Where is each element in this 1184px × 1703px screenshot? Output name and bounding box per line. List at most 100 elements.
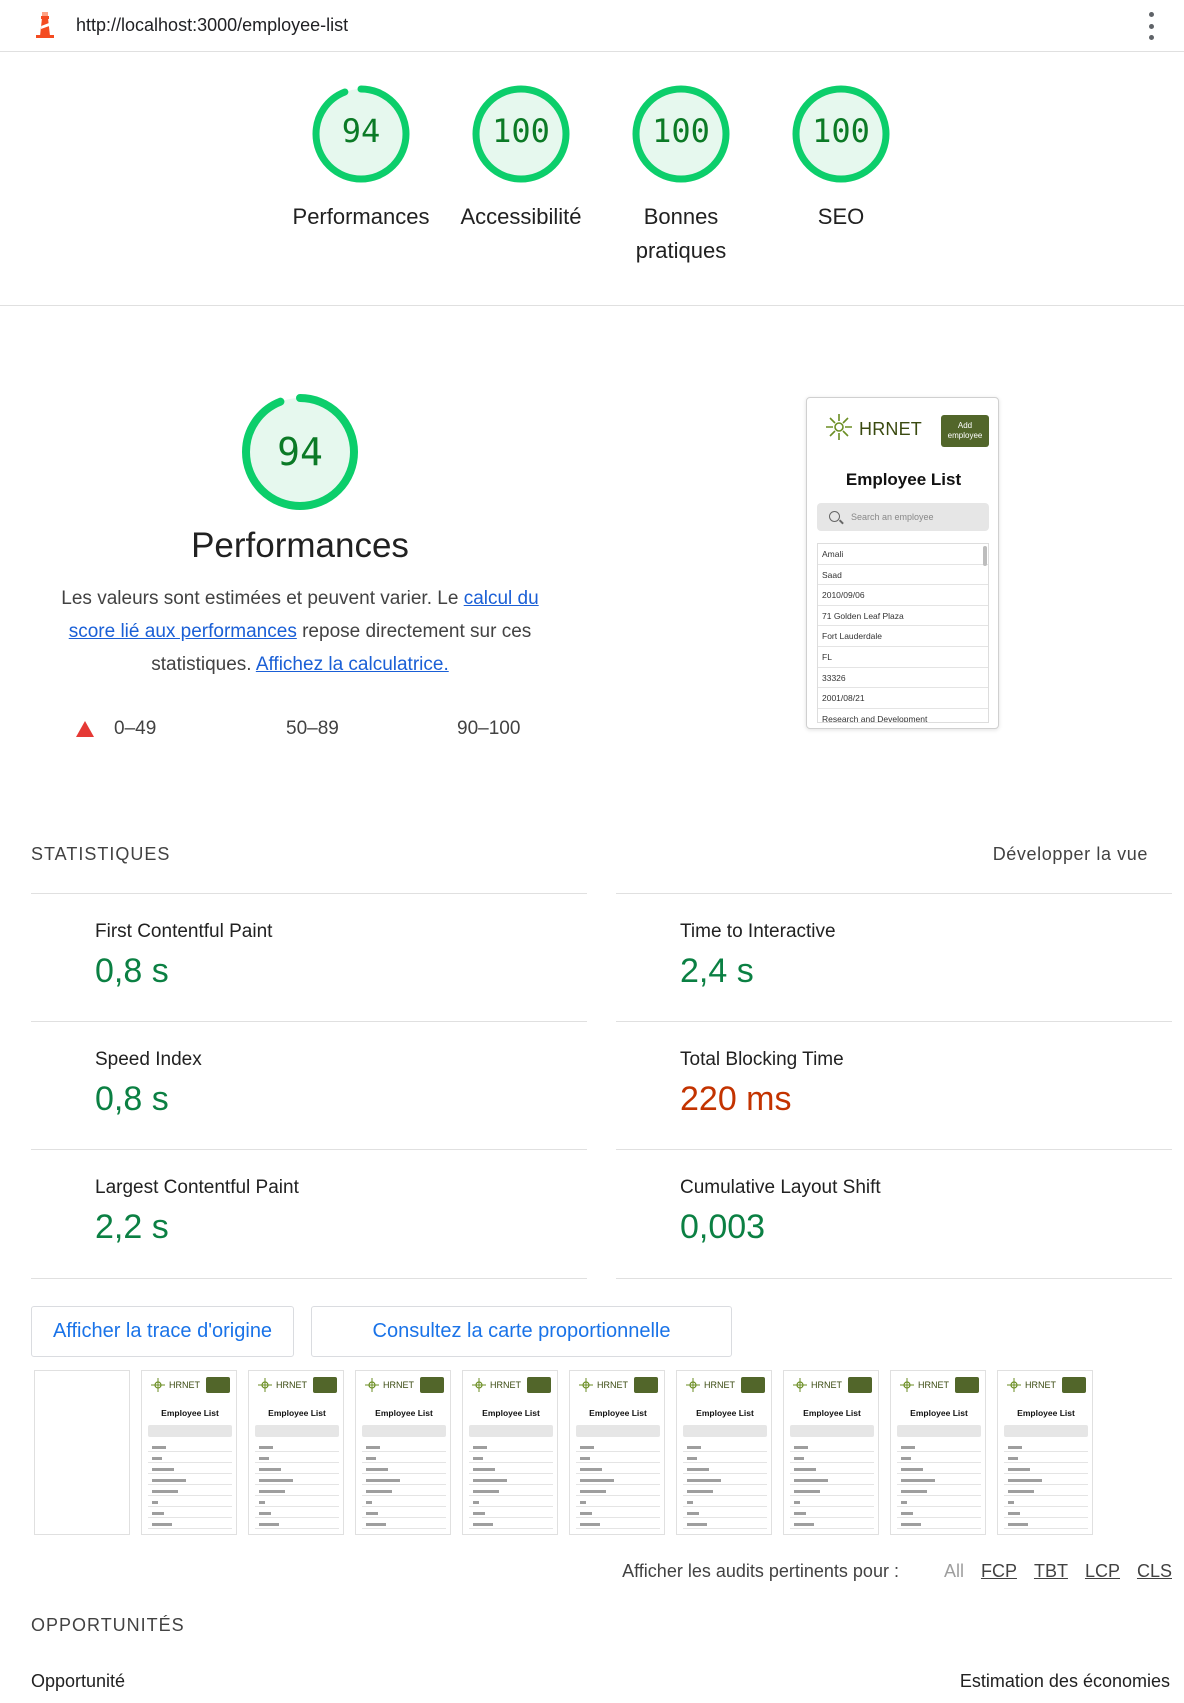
frame-title: Employee List (589, 1408, 647, 1418)
view-trace-button[interactable]: Afficher la trace d'origine (31, 1306, 294, 1357)
frame-brand: HRNET (383, 1380, 414, 1390)
filter-cls[interactable]: CLS (1137, 1561, 1172, 1582)
filmstrip-frame: HRNET Employee List (676, 1370, 772, 1535)
frame-row-line (148, 1451, 232, 1452)
frame-row-line (1004, 1528, 1088, 1529)
gauge-accessibility[interactable]: 100 Accessibilité (441, 82, 601, 234)
frame-row-text (580, 1490, 606, 1493)
frame-row-line (469, 1506, 553, 1507)
frame-row-line (148, 1517, 232, 1518)
frame-row-text (901, 1501, 907, 1504)
frame-title: Employee List (1017, 1408, 1075, 1418)
frame-row-text (580, 1468, 602, 1471)
frame-search (790, 1425, 874, 1437)
frame-row-text (794, 1523, 814, 1526)
metric-label: Speed Index (95, 1049, 202, 1070)
frame-row-text (687, 1457, 697, 1460)
frame-row-text (366, 1468, 388, 1471)
frame-row-text (794, 1446, 808, 1449)
frame-row-text (580, 1446, 594, 1449)
frame-row-line (148, 1506, 232, 1507)
frame-row-text (152, 1457, 162, 1460)
frame-row-text (687, 1446, 701, 1449)
filter-lcp[interactable]: LCP (1085, 1561, 1120, 1582)
frame-row-line (362, 1506, 446, 1507)
frame-row-text (794, 1457, 804, 1460)
metric-cls: Cumulative Layout Shift 0,003 (616, 1149, 1172, 1278)
frame-row-line (148, 1484, 232, 1485)
frame-add-button (848, 1377, 872, 1393)
expand-view-toggle[interactable]: Développer la vue (993, 844, 1148, 865)
frame-row-line (683, 1506, 767, 1507)
lighthouse-icon (36, 12, 54, 38)
metric-value: 2,2 s (95, 1208, 169, 1246)
top-bar: http://localhost:3000/employee-list (0, 0, 1184, 52)
frame-row-text (366, 1457, 376, 1460)
page-url: http://localhost:3000/employee-list (76, 15, 349, 35)
frame-search (469, 1425, 553, 1437)
gauge-seo[interactable]: 100 SEO (761, 82, 921, 234)
frame-row-line (897, 1517, 981, 1518)
flower-logo-icon (579, 1378, 593, 1392)
frame-row-line (469, 1528, 553, 1529)
legend-label: 0–49 (114, 718, 157, 739)
view-treemap-button[interactable]: Consultez la carte proportionnelle (311, 1306, 732, 1357)
frame-row-line (255, 1506, 339, 1507)
frame-add-button (420, 1377, 444, 1393)
frame-row-line (1004, 1495, 1088, 1496)
frame-row-line (362, 1462, 446, 1463)
frame-row-line (897, 1528, 981, 1529)
frame-row-line (790, 1528, 874, 1529)
legend-pass: 90–100 (457, 718, 520, 740)
metric-value: 0,8 s (95, 952, 169, 990)
frame-row-text (901, 1512, 913, 1515)
frame-row-line (255, 1473, 339, 1474)
frame-brand: HRNET (169, 1380, 200, 1390)
frame-row-text (1008, 1446, 1022, 1449)
frame-row-line (683, 1462, 767, 1463)
gauge-best-practices[interactable]: 100 Bonnes pratiques (601, 82, 761, 268)
frame-row-text (259, 1479, 293, 1482)
frame-row-text (259, 1468, 281, 1471)
list-item: Fort Lauderdale (818, 626, 988, 647)
frame-add-button (634, 1377, 658, 1393)
kebab-menu-icon[interactable] (1146, 12, 1156, 40)
flower-logo-icon (472, 1378, 486, 1392)
final-screenshot[interactable]: HRNET Add employee Employee List Search … (806, 397, 999, 729)
frame-row-text (901, 1523, 921, 1526)
frame-row-text (259, 1523, 279, 1526)
frame-row-line (148, 1495, 232, 1496)
frame-row-line (469, 1484, 553, 1485)
frame-row-text (687, 1490, 713, 1493)
frame-row-text (901, 1446, 915, 1449)
frame-row-line (469, 1517, 553, 1518)
filter-fcp[interactable]: FCP (981, 1561, 1017, 1582)
frame-row-text (152, 1523, 172, 1526)
frame-row-text (580, 1479, 614, 1482)
gauge-score: 94 (341, 112, 381, 150)
metrics-heading: STATISTIQUES (31, 844, 171, 864)
filter-all[interactable]: All (944, 1561, 964, 1582)
frame-row-line (897, 1473, 981, 1474)
list-item: FL (818, 647, 988, 668)
big-gauge-score: 94 (277, 430, 323, 474)
frame-row-text (366, 1479, 400, 1482)
gauge-label: Performances (292, 204, 430, 229)
metric-value: 0,003 (680, 1208, 766, 1246)
gauge-label: Accessibilité (460, 204, 582, 229)
employee-list-title: Employee List (845, 470, 962, 489)
frame-row-line (897, 1484, 981, 1485)
calculator-link[interactable]: Affichez la calculatrice. (256, 654, 449, 675)
frame-row-text (473, 1512, 485, 1515)
frame-row-line (897, 1506, 981, 1507)
metric-label: Cumulative Layout Shift (680, 1177, 881, 1198)
frame-row-line (576, 1451, 660, 1452)
gauge-score: 100 (812, 112, 870, 150)
frame-row-line (576, 1506, 660, 1507)
audit-filter: Afficher les audits pertinents pour : Al… (622, 1561, 1172, 1582)
gauge-performance[interactable]: 94 Performances (281, 82, 441, 234)
filter-tbt[interactable]: TBT (1034, 1561, 1068, 1582)
frame-row-text (901, 1457, 911, 1460)
frame-row-line (1004, 1517, 1088, 1518)
frame-add-button (206, 1377, 230, 1393)
